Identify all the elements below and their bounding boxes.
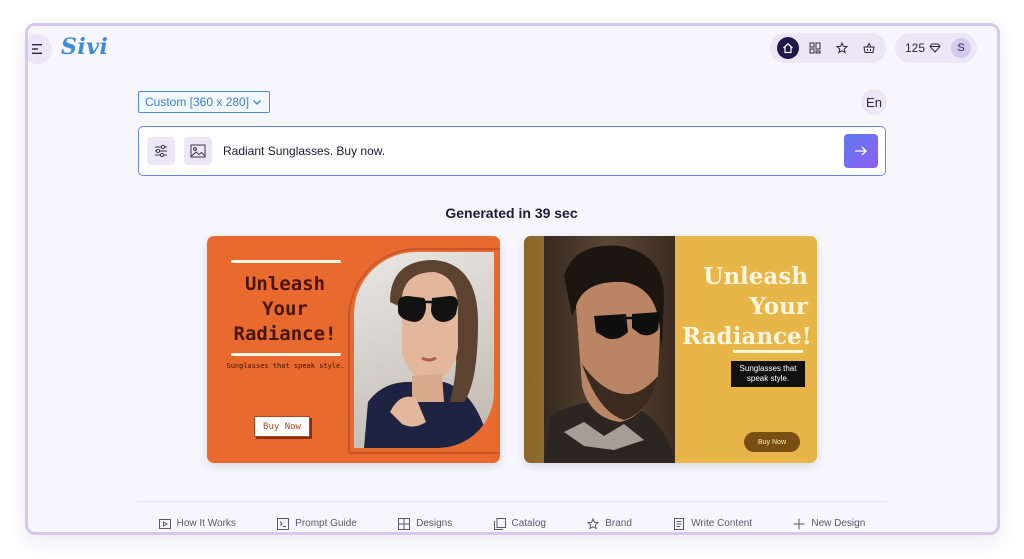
arrow-right-icon [855,146,867,156]
basket-button[interactable] [858,37,880,59]
footer-new-design[interactable]: New Design [793,518,865,530]
play-icon [158,518,171,529]
footer-catalog[interactable]: Catalog [493,517,546,530]
size-select-value: Custom [360 x 280] [145,95,250,109]
plus-icon [793,518,805,529]
footer-brand[interactable]: Brand [587,517,632,530]
man-illustration [524,236,675,463]
grid-icon [809,42,820,54]
chevron-down-icon [253,100,261,105]
star-icon [835,42,848,54]
woman-photo [354,252,494,448]
credits-pill[interactable]: 125 S [895,33,977,63]
image-icon [190,144,206,158]
settings-button[interactable] [147,137,175,165]
favorites-button[interactable] [831,37,853,59]
image-upload-button[interactable] [184,137,212,165]
document-icon [674,517,685,530]
design-2-cta-button[interactable]: Buy Now [744,432,800,452]
headline-rule-bottom [231,353,341,356]
top-bar: Sivi 125 S [28,26,997,76]
prompt-icon [277,517,290,530]
size-select[interactable]: Custom [360 x 280] [138,91,270,113]
design-1-subtitle: Sunglasses that speak style. [226,362,345,370]
sliders-icon [155,144,167,158]
design-1-headline: Unleash Your Radiance! [233,273,337,345]
footer-how-it-works[interactable]: How It Works [158,518,236,530]
generate-button[interactable] [844,134,878,168]
credits-count: 125 [905,41,926,55]
language-button[interactable]: En [861,89,887,115]
footer-nav: How It Works Prompt Guide Designs Catalo… [138,501,886,532]
headline-underline [733,350,803,353]
headline-rule-top [231,260,341,263]
home-button[interactable] [776,37,799,59]
basket-icon [862,42,875,53]
nav-pill [770,33,886,63]
designs-icon [398,517,411,530]
man-photo [524,236,675,463]
app-window: Sivi 125 S Custom [360 x 280] En Radiant… [25,23,1000,535]
catalog-icon [493,517,506,530]
design-2-subtitle: Sunglasses that speak style. [731,361,805,387]
prompt-input[interactable]: Radiant Sunglasses. Buy now. [223,144,385,158]
footer-prompt-guide[interactable]: Prompt Guide [277,517,357,530]
footer-write-content[interactable]: Write Content [673,517,752,530]
gallery-button[interactable] [804,37,826,59]
prompt-box: Radiant Sunglasses. Buy now. [138,126,886,176]
logo[interactable]: Sivi [61,34,108,60]
design-card-1[interactable]: Unleash Your Radiance! Sunglasses that s… [207,236,500,463]
design-2-headline: Unleash Your Radiance! [682,263,812,350]
avatar[interactable]: S [951,38,971,58]
footer-designs[interactable]: Designs [398,517,452,530]
home-icon [782,42,793,54]
woman-illustration [364,260,490,448]
design-1-cta-button[interactable]: Buy Now [254,416,310,437]
menu-button[interactable] [28,34,52,64]
generated-title: Generated in 39 sec [445,205,578,221]
hamburger-icon [32,44,42,54]
diamond-icon [929,43,941,53]
design-card-2[interactable]: Unleash Your Radiance! Sunglasses that s… [524,236,817,463]
star-icon [587,517,600,530]
